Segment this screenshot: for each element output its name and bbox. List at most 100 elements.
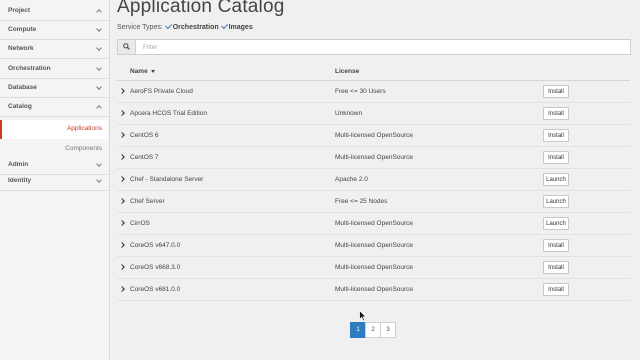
nav-project-label: Project bbox=[8, 7, 31, 14]
nav-orchestration[interactable]: Orchestration bbox=[0, 62, 108, 79]
column-header-name[interactable]: Name bbox=[130, 68, 155, 75]
app-name: Apcera HCOS Trial Edition bbox=[130, 110, 207, 117]
launch-button[interactable]: Launch bbox=[543, 217, 569, 230]
app-name: AeroFS Private Cloud bbox=[130, 88, 193, 95]
app-license: Apache 2.0 bbox=[335, 176, 368, 183]
pagination: 1 2 3 bbox=[350, 322, 396, 338]
chevron-right-icon[interactable] bbox=[119, 176, 125, 182]
table-row: AeroFS Private Cloud Free <= 30 Users In… bbox=[117, 81, 630, 103]
nav-database[interactable]: Database bbox=[0, 81, 108, 98]
chevron-right-icon[interactable] bbox=[119, 132, 125, 138]
app-license: Multi-licensed OpenSource bbox=[335, 242, 414, 249]
chevron-right-icon[interactable] bbox=[119, 220, 125, 226]
nav-network[interactable]: Network bbox=[0, 42, 108, 59]
nav-identity[interactable]: Identity bbox=[0, 174, 108, 191]
main-content: Application Catalog Service Types: Orche… bbox=[109, 0, 640, 360]
table-row: CentOS 7 Multi-licensed OpenSource Insta… bbox=[117, 147, 630, 169]
chevron-down-icon bbox=[96, 161, 102, 167]
page-2-button[interactable]: 2 bbox=[365, 322, 381, 338]
filter-input[interactable] bbox=[136, 40, 626, 54]
launch-button[interactable]: Launch bbox=[543, 173, 569, 186]
table-row: CoreOS v647.0.0 Multi-licensed OpenSourc… bbox=[117, 235, 630, 257]
chevron-down-icon bbox=[96, 26, 102, 32]
chevron-up-icon bbox=[96, 9, 102, 15]
nav-catalog-label: Catalog bbox=[8, 103, 32, 110]
app-license: Multi-licensed OpenSource bbox=[335, 286, 414, 293]
chevron-right-icon[interactable] bbox=[119, 88, 125, 94]
nav-network-label: Network bbox=[8, 45, 34, 52]
app-name: CentOS 7 bbox=[130, 154, 159, 161]
chevron-right-icon[interactable] bbox=[119, 242, 125, 248]
app-license: Multi-licensed OpenSource bbox=[335, 132, 414, 139]
app-license: Multi-licensed OpenSource bbox=[335, 264, 414, 271]
install-button[interactable]: Install bbox=[543, 151, 569, 164]
chevron-down-icon bbox=[96, 177, 102, 183]
sidebar: Project Compute Network Orchestration Da… bbox=[0, 0, 110, 360]
chevron-down-icon bbox=[96, 65, 102, 71]
nav-orchestration-label: Orchestration bbox=[8, 65, 51, 72]
install-button[interactable]: Install bbox=[543, 107, 569, 120]
app-name: Chef Server bbox=[130, 198, 165, 205]
nav-identity-label: Identity bbox=[8, 177, 32, 184]
search-icon bbox=[123, 43, 130, 50]
chevron-down-icon bbox=[96, 84, 102, 90]
sidebar-item-label: Components bbox=[65, 145, 102, 152]
install-button[interactable]: Install bbox=[543, 283, 569, 296]
applications-table: Name License AeroFS Private Cloud Free <… bbox=[117, 65, 630, 301]
table-header: Name License bbox=[117, 65, 630, 81]
page-1-button[interactable]: 1 bbox=[350, 322, 366, 338]
service-type-orchestration[interactable]: Orchestration bbox=[173, 24, 219, 31]
table-row: Apcera HCOS Trial Edition Unknown Instal… bbox=[117, 103, 630, 125]
search-button[interactable] bbox=[118, 40, 136, 54]
nav-database-label: Database bbox=[8, 84, 37, 91]
chevron-right-icon[interactable] bbox=[119, 154, 125, 160]
table-row: CentOS 6 Multi-licensed OpenSource Insta… bbox=[117, 125, 630, 147]
chevron-up-icon bbox=[96, 105, 102, 111]
page-title: Application Catalog bbox=[117, 0, 285, 17]
app-license: Multi-licensed OpenSource bbox=[335, 154, 414, 161]
nav-project[interactable]: Project bbox=[0, 4, 108, 21]
app-name: CirrOS bbox=[130, 220, 150, 227]
nav-catalog[interactable]: Catalog bbox=[0, 100, 108, 117]
sidebar-item-applications[interactable]: Applications bbox=[0, 120, 108, 139]
app-license: Free <= 30 Users bbox=[335, 88, 386, 95]
service-type-images[interactable]: Images bbox=[229, 24, 253, 31]
column-header-license: License bbox=[335, 68, 360, 75]
install-button[interactable]: Install bbox=[543, 261, 569, 274]
app-license: Multi-licensed OpenSource bbox=[335, 220, 414, 227]
app-name: CoreOS v681.0.0 bbox=[130, 286, 181, 293]
nav-compute[interactable]: Compute bbox=[0, 23, 108, 40]
install-button[interactable]: Install bbox=[543, 239, 569, 252]
sidebar-item-components[interactable]: Components bbox=[0, 140, 108, 159]
mouse-cursor-icon bbox=[359, 310, 367, 322]
filter-bar bbox=[117, 39, 631, 55]
table-row: Chef Server Free <= 25 Nodes Launch bbox=[117, 191, 630, 213]
chevron-down-icon bbox=[96, 45, 102, 51]
app-name: CentOS 6 bbox=[130, 132, 159, 139]
nav-admin[interactable]: Admin bbox=[0, 158, 108, 175]
nav-compute-label: Compute bbox=[8, 26, 37, 33]
app-name: CoreOS v668.3.0 bbox=[130, 264, 181, 271]
table-row: CirrOS Multi-licensed OpenSource Launch bbox=[117, 213, 630, 235]
app-name: Chef - Standalone Server bbox=[130, 176, 204, 183]
table-row: CoreOS v668.3.0 Multi-licensed OpenSourc… bbox=[117, 257, 630, 279]
chevron-right-icon[interactable] bbox=[119, 110, 125, 116]
service-types-label: Service Types: bbox=[117, 24, 163, 31]
launch-button[interactable]: Launch bbox=[543, 195, 569, 208]
table-row: Chef - Standalone Server Apache 2.0 Laun… bbox=[117, 169, 630, 191]
nav-admin-label: Admin bbox=[8, 161, 29, 168]
page-3-button[interactable]: 3 bbox=[380, 322, 396, 338]
install-button[interactable]: Install bbox=[543, 85, 569, 98]
install-button[interactable]: Install bbox=[543, 129, 569, 142]
checkmark-icon[interactable] bbox=[220, 22, 228, 30]
chevron-right-icon[interactable] bbox=[119, 286, 125, 292]
service-types-filter: Service Types: Orchestration Images bbox=[117, 22, 253, 31]
sidebar-item-label: Applications bbox=[66, 125, 102, 132]
checkmark-icon[interactable] bbox=[164, 22, 172, 30]
app-license: Free <= 25 Nodes bbox=[335, 198, 388, 205]
column-header-name-label: Name bbox=[130, 68, 148, 75]
chevron-right-icon[interactable] bbox=[119, 264, 125, 270]
app-license: Unknown bbox=[335, 110, 363, 117]
app-name: CoreOS v647.0.0 bbox=[130, 242, 181, 249]
chevron-right-icon[interactable] bbox=[119, 198, 125, 204]
